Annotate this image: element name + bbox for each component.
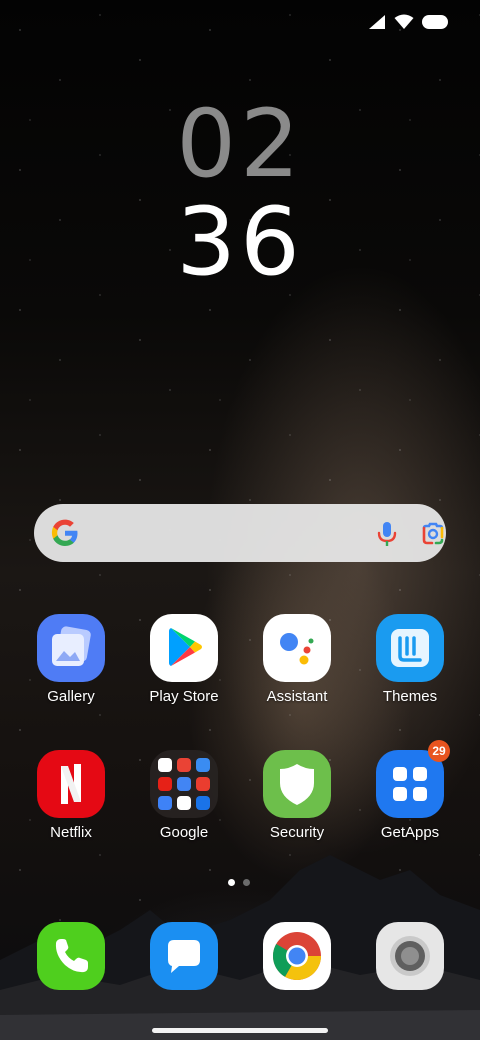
app-label: Gallery [47, 688, 95, 705]
app-netflix[interactable]: Netflix [21, 750, 121, 842]
home-indicator[interactable] [152, 1028, 328, 1033]
themes-icon [376, 614, 444, 682]
app-label: Security [269, 824, 325, 841]
messages-icon [150, 922, 218, 990]
page-indicator [228, 879, 250, 886]
assistant-icon [263, 614, 331, 682]
dock-messages[interactable] [134, 922, 234, 990]
dock-camera[interactable] [360, 922, 460, 990]
dock-chrome[interactable] [247, 922, 347, 990]
app-label: Netflix [50, 824, 92, 841]
google-search-bar[interactable] [34, 504, 446, 562]
dock-phone[interactable] [21, 922, 121, 990]
app-themes[interactable]: Themes [360, 614, 460, 706]
app-label: Google [159, 824, 209, 841]
clock-hour: 02 [176, 90, 304, 199]
battery-icon [422, 15, 448, 29]
app-play-store[interactable]: Play Store [134, 614, 234, 706]
app-getapps[interactable]: 29 GetApps [360, 740, 460, 842]
security-icon [263, 750, 331, 818]
page-dot-active [228, 879, 235, 886]
play-store-icon [150, 614, 218, 682]
netflix-icon [37, 750, 105, 818]
app-google-folder[interactable]: Google [134, 750, 234, 842]
chrome-icon [263, 922, 331, 990]
notification-badge: 29 [428, 740, 450, 762]
camera-icon [376, 922, 444, 990]
app-assistant[interactable]: Assistant [247, 614, 347, 706]
page-dot [243, 879, 250, 886]
app-label: Assistant [266, 688, 328, 705]
app-label: Play Store [149, 688, 219, 705]
google-folder-icon [150, 750, 218, 818]
app-gallery[interactable]: Gallery [21, 614, 121, 706]
app-security[interactable]: Security [247, 750, 347, 842]
app-label: Themes [382, 688, 438, 705]
google-g-icon [51, 519, 78, 546]
google-lens-icon[interactable] [420, 522, 446, 546]
clock-minute: 36 [176, 188, 304, 297]
phone-icon [37, 922, 105, 990]
app-label: GetApps [380, 824, 440, 841]
status-bar [368, 14, 450, 30]
wifi-icon [394, 14, 414, 29]
microphone-icon[interactable] [376, 521, 398, 547]
clock-widget[interactable]: 02 36 [0, 96, 480, 292]
cellular-signal-icon [369, 15, 385, 29]
gallery-icon [37, 614, 105, 682]
